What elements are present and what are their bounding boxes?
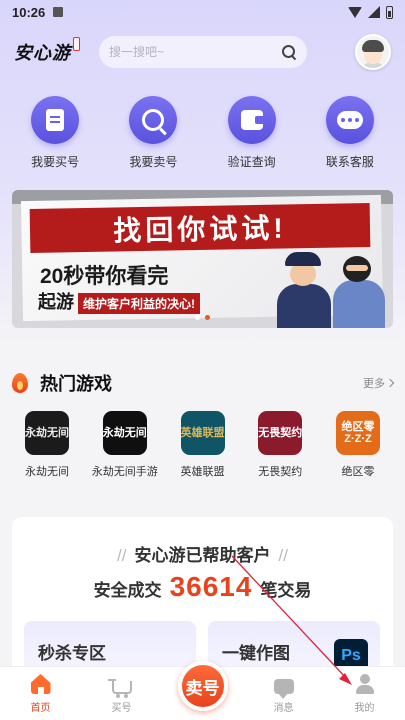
avatar[interactable] [355,34,391,70]
game-name: 绝区零 [341,466,375,478]
decorative-slash: // [117,546,127,565]
stats-card: //安心游已帮助客户// 安全成交 36614 笔交易 秒杀专区 一键作图 Ps [12,517,393,677]
bottom-tab-bar: 首页 买号 卖号 消息 我的 [0,661,405,720]
banner-slogan-prefix: 起游 [38,292,74,312]
quick-action-sell[interactable]: 我要卖号 [113,96,193,176]
carousel-dot[interactable] [195,315,200,320]
logo-text: 安心游 [14,43,71,64]
game-list: 永劫无间 永劫无间 永劫无间 永劫无间手游 英雄联盟 英雄联盟 无畏契约 无畏契约 绝区零 Z·… [12,411,393,493]
banner-slogan-line: 起游 维护客户利益的决心! [38,288,200,314]
banner-subtitle: 20秒带你看完 [40,265,169,288]
more-label: 更多 [363,378,385,390]
logo-seal-icon [73,37,80,51]
game-item[interactable]: 永劫无间 永劫无间 [12,411,82,493]
game-icon: 英雄联盟 [180,411,225,455]
status-time: 10:26 [12,4,46,20]
tab-label: 买号 [111,703,132,714]
game-name: 无畏契约 [258,466,303,478]
quick-icon-bg [325,96,374,144]
game-icon: 绝区零 Z·Z·Z [336,411,380,455]
search-input[interactable] [109,45,281,59]
promo-label: 一键作图 [222,644,290,663]
quick-action-label: 我要买号 [31,155,80,169]
app-logo: 安心游 [14,37,80,65]
wallet-icon [240,110,263,130]
transaction-count: 36614 [169,571,253,602]
banner-headline: 找回你试试! [113,212,287,247]
tab-messages[interactable]: 消息 [243,667,324,720]
game-icon: 永劫无间 [25,411,69,455]
game-name: 永劫无间 [25,466,69,478]
more-link[interactable]: 更多 [363,375,395,391]
stats-suffix: 笔交易 [260,581,312,600]
search-icon [142,109,165,131]
hot-games-section: 热门游戏 更多 永劫无间 永劫无间 永劫无间 永劫无间手游 英雄联盟 英雄联盟 无畏契约 无畏… [0,368,405,500]
signal-icon [368,6,380,18]
home-icon [30,674,51,694]
quick-action-verify[interactable]: 验证查询 [212,96,292,176]
hot-games-header: 热门游戏 更多 [12,368,395,398]
quick-action-label: 我要卖号 [129,155,178,169]
stats-title: // 安心游已帮助客户 // [12,541,393,566]
quick-icon-bg [129,96,178,144]
decorative-slash: // [278,546,288,565]
promo-banner[interactable]: 找回你试试! 20秒带你看完 起游 维护客户利益的决心! [12,190,393,328]
tab-home[interactable]: 首页 [0,667,81,720]
wifi-icon [348,6,362,18]
search-icon[interactable] [281,44,297,60]
fire-icon [12,373,28,393]
sell-button[interactable]: 卖号 [177,661,228,711]
carousel-dot-active[interactable] [205,315,210,320]
banner-slogan: 维护客户利益的决心! [78,292,200,314]
game-item[interactable]: 无畏契约 无畏契约 [245,411,315,493]
stats-title-text: 安心游已帮助客户 [134,546,271,565]
tab-mine[interactable]: 我的 [324,667,405,720]
game-name: 英雄联盟 [180,466,225,478]
tab-sell: 卖号 [162,661,243,720]
status-bar: 10:26 [0,0,405,24]
stats-prefix: 安全成交 [93,581,162,600]
cart-icon [107,679,132,698]
stats-line: 安全成交 36614 笔交易 [12,571,393,603]
battery-icon [386,5,393,19]
chevron-right-icon [385,378,395,388]
status-icons [348,5,393,19]
app-header: 安心游 [0,30,405,74]
quick-action-buy[interactable]: 我要买号 [15,96,95,176]
quick-action-label: 验证查询 [227,155,276,169]
message-icon [273,679,294,699]
section-title: 热门游戏 [40,374,112,394]
user-icon [355,674,375,694]
quick-action-label: 联系客服 [325,155,374,169]
game-item[interactable]: 绝区零 Z·Z·Z 绝区零 [323,411,393,493]
avatar-hair [362,40,384,52]
game-icon: 永劫无间 [102,411,147,455]
tab-buy[interactable]: 买号 [81,667,162,720]
quick-icon-bg [227,96,276,144]
tab-label: 首页 [30,703,51,714]
chat-icon [336,111,363,129]
sim-icon [53,7,64,17]
quick-action-support[interactable]: 联系客服 [310,96,390,176]
quick-actions: 我要买号 我要卖号 验证查询 联系客服 [0,96,405,176]
banner-red-strip: 找回你试试! [29,203,371,253]
promo-label: 秒杀专区 [38,644,106,663]
quick-icon-bg [31,96,80,144]
game-item[interactable]: 英雄联盟 英雄联盟 [168,411,238,493]
document-icon [46,109,65,131]
game-item[interactable]: 永劫无间永劫无间手游 [90,411,160,493]
carousel-dots [12,315,393,320]
search-bar[interactable] [99,36,307,68]
game-icon: 无畏契约 [258,411,303,455]
game-name: 永劫无间手游 [91,466,158,478]
tab-label: 我的 [354,703,375,714]
tab-label: 消息 [273,703,294,714]
